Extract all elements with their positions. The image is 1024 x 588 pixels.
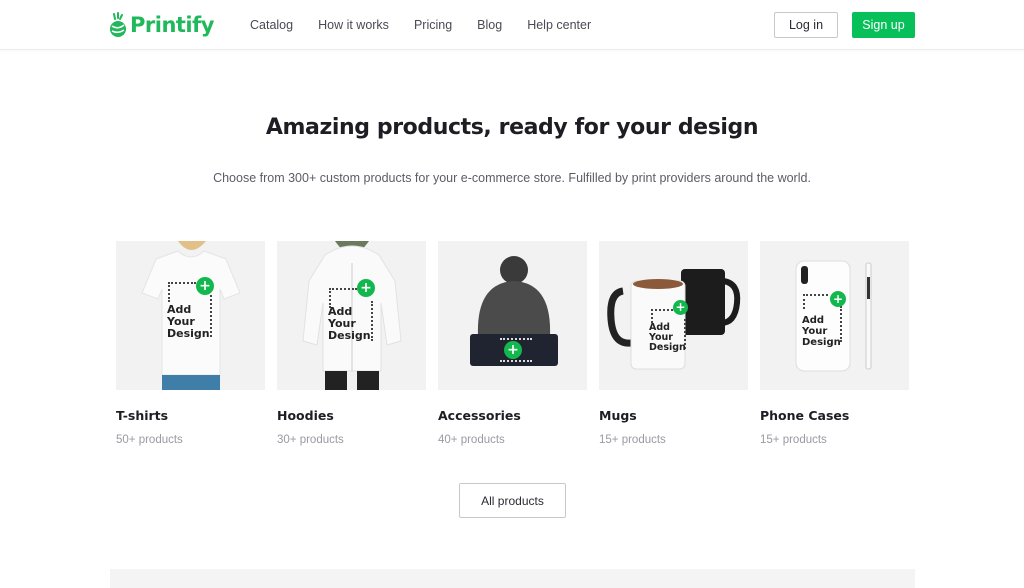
product-categories: + Add Your Design T-shirts 50+ products — [116, 241, 921, 446]
add-your-design-text: Add Your Design — [328, 305, 371, 342]
design-area-border — [168, 282, 170, 302]
main-nav: Catalog How it works Pricing Blog Help c… — [250, 0, 616, 50]
design-area-border — [210, 295, 212, 337]
product-card-phone-cases[interactable]: + Add Your Design Phone Cases 15+ produc… — [760, 241, 909, 446]
page-title: Amazing products, ready for your design — [265, 115, 759, 140]
add-design-plus-icon[interactable]: + — [196, 277, 214, 295]
design-area-border — [500, 338, 532, 340]
design-area-border — [651, 309, 653, 323]
brand-name: Printify — [130, 13, 214, 37]
product-count: 40+ products — [438, 434, 505, 446]
product-count: 15+ products — [599, 434, 666, 446]
tshirt-image: + Add Your Design — [116, 241, 265, 390]
product-card-hoodies[interactable]: + Add Your Design Hoodies 30+ products — [277, 241, 426, 446]
design-area-border — [371, 301, 373, 341]
all-products-button[interactable]: All products — [459, 483, 566, 518]
hoodie-image: + Add Your Design — [277, 241, 426, 390]
product-count: 30+ products — [277, 434, 344, 446]
add-your-design-text: Add Your Design — [167, 303, 210, 340]
login-button[interactable]: Log in — [774, 12, 838, 38]
product-title[interactable]: Phone Cases — [760, 408, 909, 423]
design-area-border — [500, 360, 532, 362]
product-card-tshirts[interactable]: + Add Your Design T-shirts 50+ products — [116, 241, 265, 446]
phone-case-image: + Add Your Design — [760, 241, 909, 390]
design-area-border — [651, 309, 673, 311]
product-card-mugs[interactable]: + Add Your Design Mugs 15+ products — [599, 241, 748, 446]
pineapple-logo-icon — [110, 12, 126, 37]
nav-help-center[interactable]: Help center — [527, 18, 591, 32]
product-title[interactable]: Hoodies — [277, 408, 426, 423]
nav-catalog[interactable]: Catalog — [250, 18, 293, 32]
add-design-plus-icon[interactable]: + — [673, 300, 688, 315]
product-count: 15+ products — [760, 434, 827, 446]
add-your-design-text: Add Your Design — [802, 315, 841, 348]
nav-how-it-works[interactable]: How it works — [318, 18, 389, 32]
product-title[interactable]: Accessories — [438, 408, 587, 423]
product-count: 50+ products — [116, 434, 183, 446]
add-design-plus-icon[interactable]: + — [504, 341, 522, 359]
signup-button[interactable]: Sign up — [852, 12, 915, 38]
design-area-border — [803, 294, 805, 309]
mug-image: + Add Your Design — [599, 241, 748, 390]
beanie-image: + — [438, 241, 587, 390]
design-area-border — [803, 294, 828, 296]
printify-logo[interactable]: Printify — [109, 11, 214, 39]
mug-illustration — [599, 241, 748, 390]
product-title[interactable]: Mugs — [599, 408, 748, 423]
design-area-border — [329, 288, 357, 290]
page-subtitle: Choose from 300+ custom products for you… — [213, 171, 811, 185]
site-header: Printify Catalog How it works Pricing Bl… — [0, 0, 1024, 50]
next-section-band — [110, 569, 915, 588]
nav-blog[interactable]: Blog — [477, 18, 502, 32]
product-card-accessories[interactable]: + Accessories 40+ products — [438, 241, 587, 446]
nav-pricing[interactable]: Pricing — [414, 18, 452, 32]
add-design-plus-icon[interactable]: + — [830, 291, 846, 307]
beanie-illustration — [438, 241, 587, 390]
add-your-design-text: Add Your Design — [649, 322, 686, 353]
design-area-border — [168, 282, 196, 284]
product-title[interactable]: T-shirts — [116, 408, 265, 423]
add-design-plus-icon[interactable]: + — [357, 279, 375, 297]
